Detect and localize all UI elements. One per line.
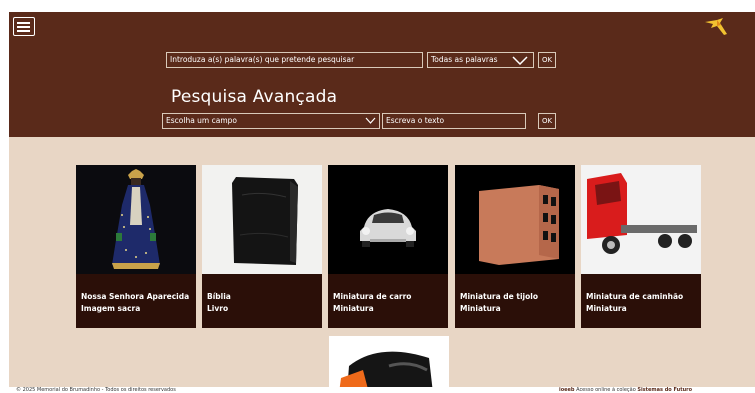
search-mode-value: Todas as palavras [431,55,498,64]
card-image-statue [76,165,196,274]
collection-card[interactable]: Bíblia Livro [202,165,322,328]
card-image-car [328,165,448,274]
footer-credits: ioeeb Acesso online à coleção Sistemas d… [559,387,692,393]
page: Introduza a(s) palavra(s) que pretende p… [9,12,755,393]
advanced-ok-button[interactable]: OK [538,113,556,129]
field-select[interactable]: Escolha um campo [162,113,380,129]
footer-link[interactable]: Sistemas do Futuro [637,387,692,393]
hamburger-menu-icon[interactable] [13,17,35,36]
footer-copyright: © 2025 Memorial do Brumadinho - Todos os… [16,387,176,393]
search-ok-button[interactable]: OK [538,52,556,68]
card-type: Miniatura [460,304,501,313]
collection-card[interactable]: Miniatura de caminhão Miniatura [581,165,701,328]
collection-card[interactable]: Miniatura de tijolo Miniatura [455,165,575,328]
chevron-down-icon [512,56,528,65]
footer-credits-text: Acesso online à coleção [574,387,638,393]
footer: © 2025 Memorial do Brumadinho - Todos os… [0,387,755,393]
card-image-helmet [329,336,449,393]
card-title: Miniatura de carro [333,292,412,301]
card-type: Imagem sacra [81,304,141,313]
chevron-down-icon [365,117,376,124]
advanced-text-input[interactable]: Escreva o texto [382,113,526,129]
bird-logo-icon[interactable] [703,16,729,38]
card-title: Bíblia [207,292,231,301]
collection-card[interactable] [329,336,449,393]
collection-card[interactable]: Miniatura de carro Miniatura [328,165,448,328]
keywords-input[interactable]: Introduza a(s) palavra(s) que pretende p… [166,52,423,68]
keywords-input-placeholder: Introduza a(s) palavra(s) que pretende p… [170,55,355,64]
card-type: Miniatura [586,304,627,313]
card-image-brick [455,165,575,274]
advanced-text-placeholder: Escreva o texto [386,116,445,125]
card-title: Nossa Senhora Aparecida [81,292,190,301]
card-title: Miniatura de caminhão [586,292,684,301]
card-type: Miniatura [333,304,374,313]
card-type: Livro [207,304,229,313]
search-mode-select[interactable]: Todas as palavras [427,52,534,68]
field-select-value: Escolha um campo [166,116,237,125]
advanced-search-title: Pesquisa Avançada [171,87,338,107]
card-image-book [202,165,322,274]
collection-card[interactable]: Nossa Senhora Aparecida Imagem sacra [76,165,196,328]
header: Introduza a(s) palavra(s) que pretende p… [9,12,755,137]
footer-brand[interactable]: ioeeb [559,387,575,393]
card-title: Miniatura de tijolo [460,292,538,301]
card-image-truck [581,165,701,274]
